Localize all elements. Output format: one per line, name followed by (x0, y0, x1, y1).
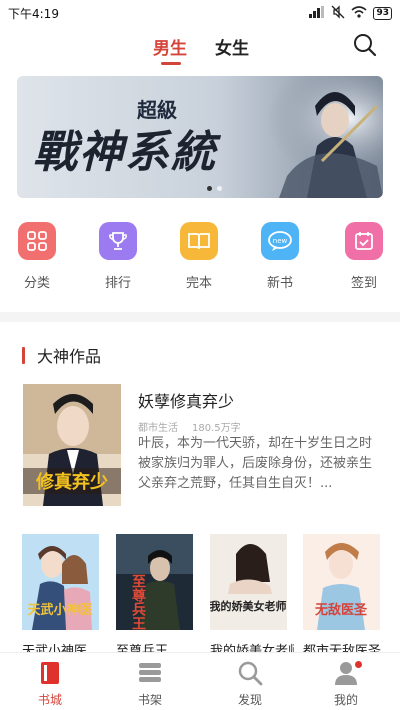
nav-discover[interactable]: 发现 (220, 659, 280, 708)
nav-label: 发现 (237, 693, 262, 707)
book-category: 都市生活 (138, 423, 178, 434)
cover-text: 我的娇美女老师 (210, 599, 287, 613)
featured-book[interactable]: 修真弃少 妖孽修真弃少 都市生活 180.5万字 叶辰，本为一代天骄，却在十岁生… (23, 384, 378, 508)
book-title[interactable]: 妖孽修真弃少 (138, 388, 234, 412)
bookstore-icon (41, 662, 59, 684)
quick-label: 签到 (350, 276, 377, 291)
calendar-check-icon (345, 222, 383, 260)
trophy-icon (99, 222, 137, 260)
banner-pagination (207, 186, 222, 191)
wifi-icon (351, 5, 367, 21)
book-meta: 都市生活 180.5万字 (138, 419, 241, 434)
section-divider (0, 312, 400, 322)
nav-bookshelf[interactable]: 书架 (120, 659, 180, 708)
top-tabs: 男生 女生 (0, 26, 400, 68)
book-description: 叶辰，本为一代天骄，却在十岁生日之时被家族归为罪人，后废除身份，还被亲生父亲弃之… (138, 436, 373, 491)
tab-male[interactable]: 男生 (153, 34, 187, 59)
section-header: 大神作品 (22, 343, 101, 367)
book-cover[interactable]: 至尊兵王 (116, 534, 193, 630)
quick-item-checkin[interactable]: 签到 (334, 222, 394, 291)
section-title: 大神作品 (37, 347, 102, 366)
nav-label: 书城 (37, 693, 62, 707)
book-cover[interactable]: 天武小神医 (22, 534, 99, 630)
bookstore-page: 下午4:19 93 男生 女生 超級 戰神系統 分类 排行 完本 new 新书 … (0, 0, 400, 710)
status-bar: 下午4:19 93 (0, 0, 400, 26)
nav-label: 我的 (333, 693, 358, 707)
notification-badge (355, 661, 362, 668)
quick-label: 排行 (104, 276, 131, 291)
quick-item-category[interactable]: 分类 (7, 222, 67, 291)
quick-label: 新书 (266, 276, 293, 291)
nav-bookstore[interactable]: 书城 (20, 659, 80, 708)
banner-dot[interactable] (217, 186, 222, 191)
cover-text: 修真弃少 (35, 471, 108, 493)
quick-menu: 分类 排行 完本 new 新书 签到 (0, 222, 400, 302)
status-time: 下午4:19 (8, 6, 59, 21)
active-tab-indicator (161, 62, 181, 65)
nav-profile[interactable]: 我的 (316, 659, 376, 708)
book-card[interactable]: 无敌医圣 都市无敌医圣 (303, 534, 381, 659)
grid-icon (18, 222, 56, 260)
mute-icon (331, 4, 345, 22)
quick-item-ranking[interactable]: 排行 (88, 222, 148, 291)
quick-label: 分类 (23, 276, 50, 291)
signal-icon (309, 5, 325, 21)
tab-female[interactable]: 女生 (215, 34, 249, 59)
book-card[interactable]: 我的娇美女老师 我的娇美女老师 (210, 534, 294, 659)
book-grid: 天武小神医 天武小神医 至尊兵王 至尊兵王 (0, 534, 400, 659)
bookshelf-icon (139, 663, 161, 682)
battery-indicator: 93 (373, 6, 392, 20)
bottom-navigation: 书城 书架 发现 我的 (0, 652, 400, 710)
section-accent-bar (22, 346, 25, 364)
svg-text:new: new (273, 237, 288, 245)
book-cover[interactable]: 我的娇美女老师 (210, 534, 287, 630)
book-cover[interactable]: 无敌医圣 (303, 534, 380, 630)
promo-banner[interactable]: 超級 戰神系統 (17, 76, 383, 198)
quick-label: 完本 (185, 276, 212, 291)
nav-label: 书架 (137, 693, 162, 707)
book-word-count: 180.5万字 (192, 423, 241, 434)
cover-text: 无敌医圣 (314, 602, 368, 618)
book-cover[interactable]: 修真弃少 (23, 384, 121, 506)
book-card[interactable]: 至尊兵王 至尊兵王 (116, 534, 193, 659)
discover-search-icon (238, 661, 263, 686)
book-open-icon (180, 222, 218, 260)
banner-dot[interactable] (207, 186, 212, 191)
new-bubble-icon: new (261, 222, 299, 260)
quick-item-completed[interactable]: 完本 (169, 222, 229, 291)
cover-text: 天武小神医 (27, 602, 92, 618)
book-card[interactable]: 天武小神医 天武小神医 (22, 534, 99, 659)
search-button[interactable] (352, 32, 378, 58)
search-icon (354, 34, 377, 57)
quick-item-new[interactable]: new 新书 (250, 222, 310, 291)
status-icons: 93 (309, 4, 392, 22)
banner-title: 戰神系統 (33, 127, 217, 178)
cover-text: 至尊兵王 (130, 574, 146, 630)
